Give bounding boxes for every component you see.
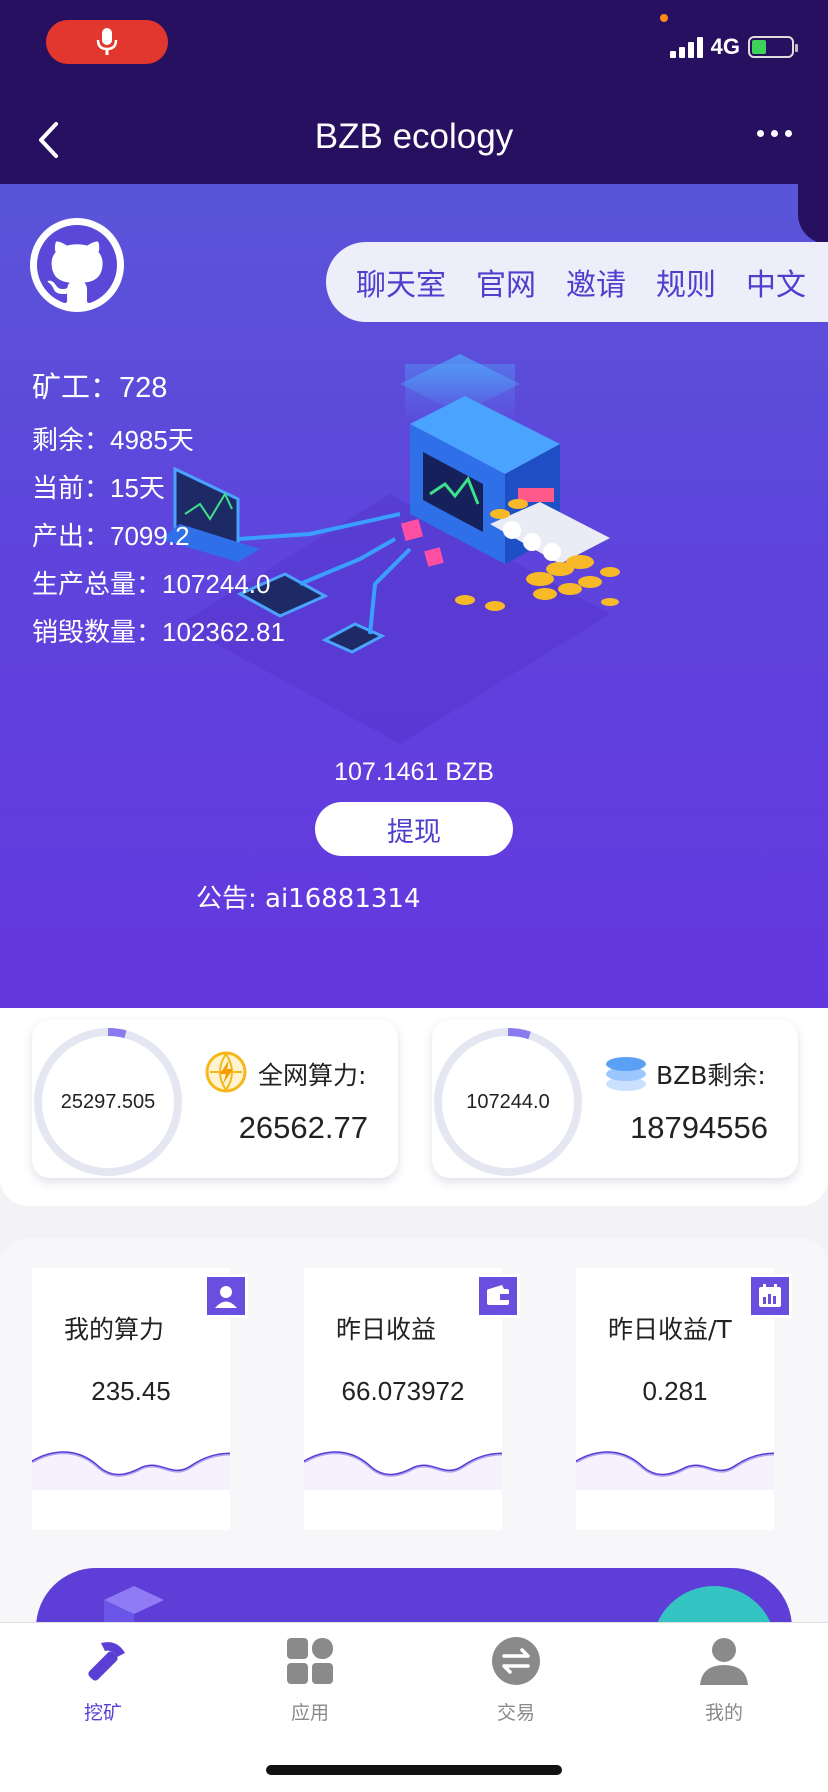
stat-total-production: 生产总量： 107244.0: [32, 569, 271, 600]
pickaxe-icon: [88, 1642, 125, 1681]
lightning-globe-icon: [205, 1051, 247, 1093]
stat-output: 产出： 7099.2: [32, 521, 190, 552]
bzb-remaining-card: 107244.0 BZB剩余: 18794556: [432, 1020, 798, 1178]
withdraw-button[interactable]: 提现: [315, 802, 513, 856]
signal-icon: [669, 36, 703, 58]
status-icons: 4G: [669, 34, 798, 60]
menu-language[interactable]: 中文: [746, 260, 806, 304]
metric-label: 昨日收益: [336, 1315, 437, 1344]
network-power-card: 25297.505 全网算力: 26562.77: [32, 1020, 398, 1178]
tab-label: 交易: [496, 1702, 535, 1724]
metric-value: 66.073972: [341, 1376, 465, 1406]
tab-label: 挖矿: [83, 1702, 122, 1724]
metric-my-power: 我的算力 235.45: [32, 1268, 248, 1530]
stat-burned: 销毁数量： 102362.81: [32, 617, 285, 648]
network-type: 4G: [710, 34, 740, 59]
wallet-icon: [476, 1274, 520, 1318]
hero-corner: [798, 184, 828, 244]
tab-label: 我的: [704, 1702, 743, 1724]
menu-official-site[interactable]: 官网: [476, 260, 536, 304]
metric-label: 我的算力: [64, 1315, 165, 1344]
metric-value: 235.45: [91, 1376, 171, 1406]
menu-chatroom[interactable]: 聊天室: [356, 260, 446, 304]
more-dot: [771, 130, 778, 137]
coin-stack-icon: [606, 1057, 646, 1091]
more-dot: [757, 130, 764, 137]
grid-icon: [287, 1638, 333, 1684]
network-power-label: 全网算力:: [258, 1061, 367, 1090]
privacy-indicator-dot: [660, 14, 668, 22]
more-dot: [785, 130, 792, 137]
network-power-value: 26562.77: [238, 1110, 368, 1145]
bzb-remaining-label: BZB剩余:: [656, 1061, 766, 1090]
bzb-remaining-value: 18794556: [630, 1110, 768, 1145]
mic-recording-indicator[interactable]: [46, 20, 168, 64]
miner-stats: 矿工： 728 剩余： 4985天 当前： 15天 产出： 7099.2 生产总量： 10…: [32, 364, 285, 660]
person-icon: [700, 1638, 748, 1685]
metric-yesterday-per-t: 昨日收益/T 0.281: [576, 1268, 792, 1530]
tab-apps[interactable]: 应用: [250, 1635, 370, 1725]
tab-mining[interactable]: 挖矿: [43, 1635, 163, 1725]
top-bar: 4G BZB ecology: [0, 0, 828, 184]
stat-remaining: 剩余： 4985天: [32, 425, 194, 456]
bzb-remaining-ring-value: 107244.0: [466, 1090, 550, 1113]
tab-mine[interactable]: 我的: [664, 1635, 784, 1725]
page-title: BZB ecology: [314, 117, 514, 156]
bzb-balance: 107.1461 BZB: [334, 758, 494, 786]
trend-wave: [32, 1451, 230, 1490]
stat-miners: 矿工： 728: [32, 370, 168, 404]
menu-rules[interactable]: 规则: [656, 260, 716, 304]
summary-section: 25297.505 全网算力: 26562.77 107244.0 BZB剩余:…: [0, 1008, 828, 1206]
metric-label: 昨日收益/T: [608, 1315, 732, 1344]
metric-yesterday-earnings: 昨日收益 66.073972: [304, 1268, 520, 1530]
github-logo-icon[interactable]: [30, 218, 124, 312]
github-mark: [37, 225, 117, 304]
trend-wave: [576, 1451, 774, 1490]
metric-value: 0.281: [642, 1376, 708, 1406]
mining-hero: 聊天室 官网 邀请 规则 中文 矿工： 728 剩余： 4985天 当前： 15…: [0, 184, 828, 1008]
home-indicator[interactable]: [266, 1765, 562, 1775]
exchange-icon: [492, 1637, 540, 1685]
stat-current: 当前： 15天: [32, 473, 165, 504]
bottom-tab-bar: 挖矿 应用 交易 我的: [0, 1622, 828, 1792]
more-options-button[interactable]: [757, 130, 792, 137]
calendar-icon: [748, 1274, 792, 1318]
metrics-section: 我的算力 235.45 昨日收益 66.073972 昨日收益/T 0.281: [0, 1238, 828, 1622]
hero-menu: 聊天室 官网 邀请 规则 中文: [326, 242, 828, 322]
trend-wave: [304, 1451, 502, 1490]
battery-icon: [748, 36, 798, 58]
tab-label: 应用: [290, 1702, 329, 1724]
microphone-icon: [96, 28, 118, 55]
user-icon: [204, 1274, 248, 1318]
tab-trade[interactable]: 交易: [456, 1635, 576, 1725]
network-power-ring-value: 25297.505: [60, 1090, 156, 1113]
announcement: 公告: ai16881314: [196, 884, 421, 914]
menu-invite[interactable]: 邀请: [566, 260, 626, 304]
